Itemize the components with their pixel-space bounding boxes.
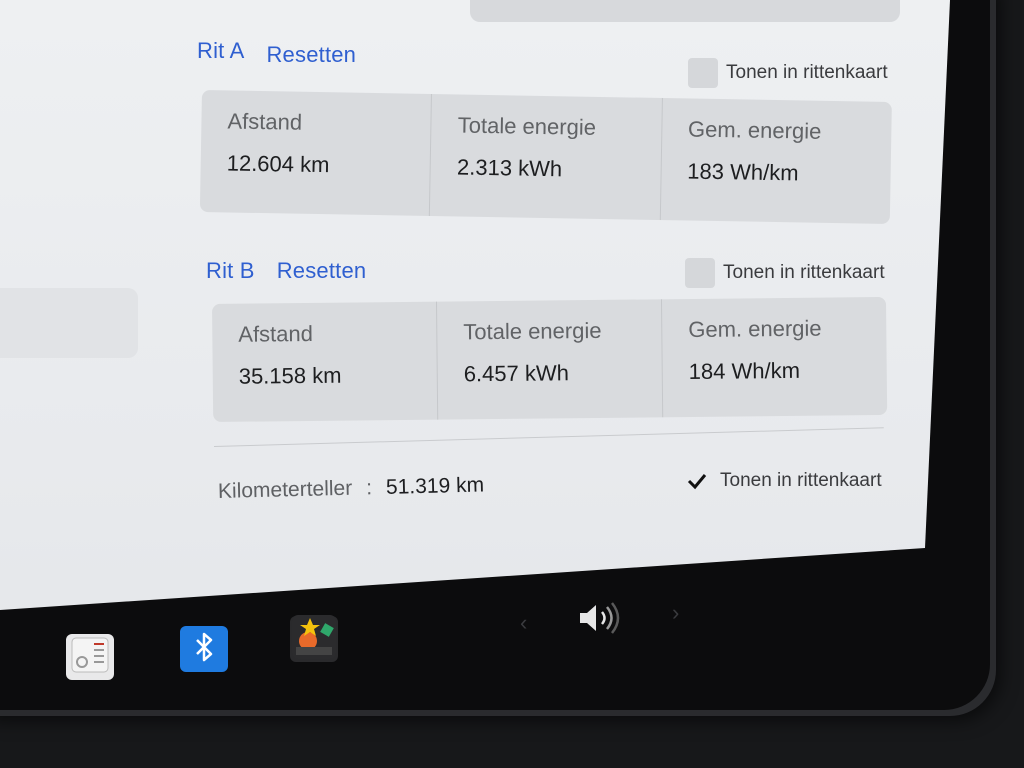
arcade-button[interactable] xyxy=(290,614,338,664)
trip-a-distance: Afstand 12.604 km xyxy=(199,90,433,217)
trip-a-show-map-label: Tonen in rittenkaart xyxy=(726,62,888,83)
speaker-icon[interactable] xyxy=(576,600,624,641)
volume-up-arrow[interactable]: › xyxy=(672,600,679,626)
trip-b-distance: Afstand 35.158 km xyxy=(212,301,439,422)
trip-b-show-map-label: Tonen in rittenkaart xyxy=(723,262,885,283)
trip-b-distance-label: Afstand xyxy=(238,320,314,347)
notes-app-icon xyxy=(70,636,110,679)
trip-b-header: Rit B Resetten xyxy=(206,258,366,284)
odometer-show-map-toggle[interactable]: Tonen in rittenkaart xyxy=(682,466,882,496)
odometer: Kilometerteller : 51.319 km xyxy=(218,474,485,504)
trip-a-header: Rit A Resetten xyxy=(197,38,356,67)
left-panel xyxy=(0,288,138,358)
trip-b-title: Rit B xyxy=(206,258,255,283)
checkmark-icon xyxy=(686,470,708,492)
trip-a-energy: Totale energie 2.313 kWh xyxy=(430,94,663,221)
trip-a-distance-value: 12.604 km xyxy=(226,150,330,178)
bluetooth-button[interactable] xyxy=(180,626,228,672)
trip-b-energy: Totale energie 6.457 kWh xyxy=(436,299,664,420)
trip-a-avg-label: Gem. energie xyxy=(687,116,822,144)
trip-b-avg-energy: Gem. energie 184 Wh/km xyxy=(662,297,887,417)
trip-b-show-map-toggle[interactable]: Tonen in rittenkaart xyxy=(685,258,885,288)
top-panel-edge xyxy=(470,0,900,22)
odometer-divider xyxy=(213,427,884,447)
trip-b-stats: Afstand 35.158 km Totale energie 6.457 k… xyxy=(212,296,888,422)
odometer-show-map-label: Tonen in rittenkaart xyxy=(720,470,882,491)
trip-a-stats: Afstand 12.604 km Totale energie 2.313 k… xyxy=(199,90,892,225)
trip-b-energy-value: 6.457 kWh xyxy=(463,360,570,387)
volume-down-arrow[interactable]: ‹ xyxy=(520,610,527,636)
odometer-show-map-checkbox[interactable] xyxy=(682,466,712,496)
trip-a-show-map-checkbox[interactable] xyxy=(688,58,718,88)
trip-b-distance-value: 35.158 km xyxy=(238,362,342,389)
trip-b-show-map-checkbox[interactable] xyxy=(685,258,715,288)
trip-b-avg-label: Gem. energie xyxy=(688,315,822,343)
trip-a-avg-value: 183 Wh/km xyxy=(687,158,799,186)
trip-b-reset-button[interactable]: Resetten xyxy=(277,258,367,284)
trip-b-energy-label: Totale energie xyxy=(463,317,602,345)
trip-a-reset-button[interactable]: Resetten xyxy=(266,42,356,68)
trip-a-title: Rit A xyxy=(197,38,245,63)
trip-b-avg-value: 184 Wh/km xyxy=(688,357,801,385)
trip-a-energy-label: Totale energie xyxy=(457,112,597,140)
trip-a-avg-energy: Gem. energie 183 Wh/km xyxy=(660,98,891,224)
trip-a-distance-label: Afstand xyxy=(227,108,303,135)
odometer-separator: : xyxy=(365,476,373,500)
arcade-icon xyxy=(292,614,336,664)
odometer-value: 51.319 km xyxy=(385,473,485,499)
odometer-label: Kilometerteller xyxy=(217,476,353,503)
taskbar: ‹ › xyxy=(0,600,1024,720)
trip-a-show-map-toggle[interactable]: Tonen in rittenkaart xyxy=(688,58,888,88)
bluetooth-icon xyxy=(191,632,217,667)
trip-a-energy-value: 2.313 kWh xyxy=(456,154,563,182)
notes-app-button[interactable] xyxy=(66,634,114,680)
